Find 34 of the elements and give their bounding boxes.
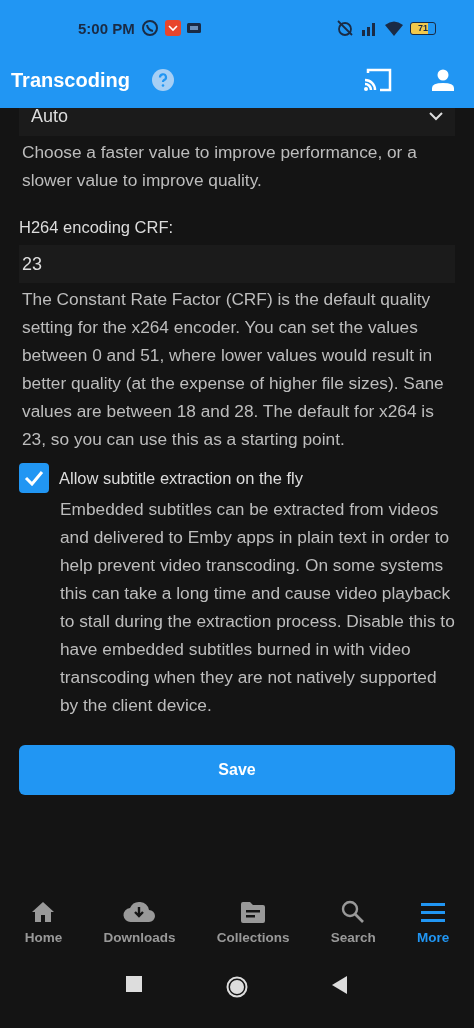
help-text: Choose a faster value to improve performance, or a slower value to improve quality. [22, 141, 418, 192]
cast-icon[interactable] [364, 68, 392, 92]
help-text: Embedded subtitles can be extracted from videos and delivered to Emby apps in plain text in order to help prevent video transcoding. On some systems this can take a long time and cause video playback to stall during the extraction process. Disable this to have embedded subtitles burned in with video transcoding when they are not natively supported by the client device. [60, 498, 455, 717]
help-icon[interactable] [151, 69, 174, 91]
nav-tab[interactable]: Downloads [103, 900, 176, 970]
battery-icon: 71 [410, 21, 436, 35]
nav-tab[interactable]: More [417, 900, 450, 970]
nav-tab[interactable]: Home [24, 900, 63, 970]
help-text: The Constant Rate Factor (CRF) is the default quality setting for the x264 encoder. You can set the values between 0 and 51, where lower values would result in better quality (at the expense of higher file sizes). Sane values are between 18 and 28. The default for x264 is 23, so you can use this as a starting point. [22, 288, 445, 451]
page-title: Transcoding [11, 68, 130, 92]
checkbox-label: Allow subtitle extraction on the fly [59, 468, 303, 488]
notification-icon [186, 23, 201, 33]
nav-tab[interactable]: Collections [216, 900, 290, 970]
home-circle-icon[interactable] [226, 976, 248, 998]
search-icon [341, 900, 366, 924]
cloud-download-icon [123, 900, 156, 924]
wifi-icon [384, 20, 404, 36]
field-label: H264 encoding CRF: [19, 218, 175, 237]
user-icon[interactable] [432, 69, 454, 91]
chat-icon [140, 19, 159, 37]
back-icon[interactable] [332, 976, 348, 994]
quality-select[interactable]: Auto [19, 108, 455, 136]
chevron-down-icon [429, 111, 443, 121]
crf-input-field[interactable]: 23 [19, 245, 455, 283]
app-icon [164, 20, 181, 36]
folder-icon [240, 900, 267, 924]
checkmark-icon [24, 470, 44, 486]
menu-icon [421, 900, 446, 924]
nav-tab[interactable]: Search [330, 900, 376, 970]
alarm-off-icon [336, 19, 354, 37]
checkbox[interactable] [19, 463, 49, 493]
signal-icon [360, 20, 378, 36]
home-icon [31, 900, 56, 924]
status-time: 5:00 PM [78, 19, 135, 37]
